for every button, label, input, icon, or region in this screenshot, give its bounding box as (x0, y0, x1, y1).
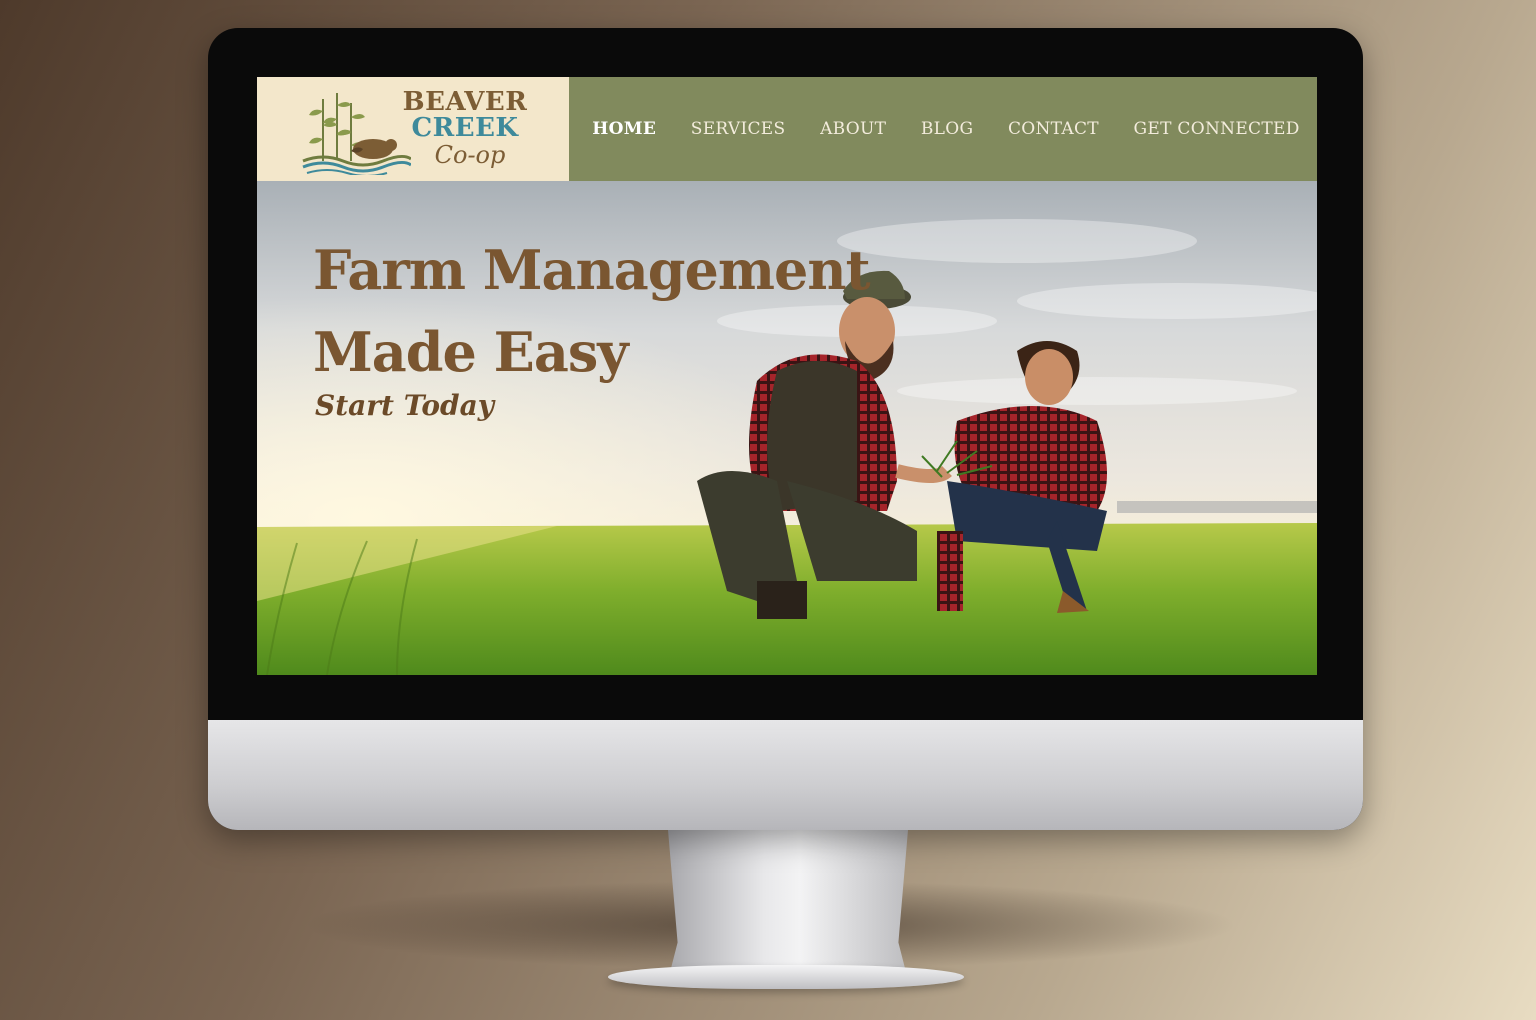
nav-about[interactable]: ABOUT (820, 119, 886, 139)
nav-blog[interactable]: BLOG (921, 119, 974, 139)
site-logo[interactable]: BEAVER CREEK Co-op (257, 77, 569, 181)
monitor-base (608, 965, 964, 989)
headline-line-2: Made Easy (313, 320, 629, 384)
nav-get-connected[interactable]: GET CONNECTED (1134, 119, 1300, 139)
nav-contact[interactable]: CONTACT (1008, 119, 1099, 139)
monitor-stand (668, 830, 908, 980)
nav-home[interactable]: HOME (592, 119, 656, 139)
logo-text-creek: CREEK (411, 113, 519, 143)
nav-services[interactable]: SERVICES (691, 119, 786, 139)
website-screen: BEAVER CREEK Co-op HOME SERVICES ABOUT B… (257, 77, 1317, 675)
hero-headline: Farm Management Made Easy (313, 229, 873, 393)
corn-beaver-logo-icon (302, 93, 411, 175)
start-today-link[interactable]: Start Today (315, 389, 494, 422)
logo-text-coop: Co-op (434, 141, 506, 169)
main-nav: HOME SERVICES ABOUT BLOG CONTACT GET CON… (575, 77, 1317, 181)
logo-text-beaver: BEAVER (402, 87, 528, 117)
monitor-chin (208, 720, 1363, 830)
site-header: BEAVER CREEK Co-op HOME SERVICES ABOUT B… (257, 77, 1317, 181)
hero-banner: Farm Management Made Easy Start Today (257, 181, 1317, 675)
headline-line-1: Farm Management (313, 238, 871, 302)
